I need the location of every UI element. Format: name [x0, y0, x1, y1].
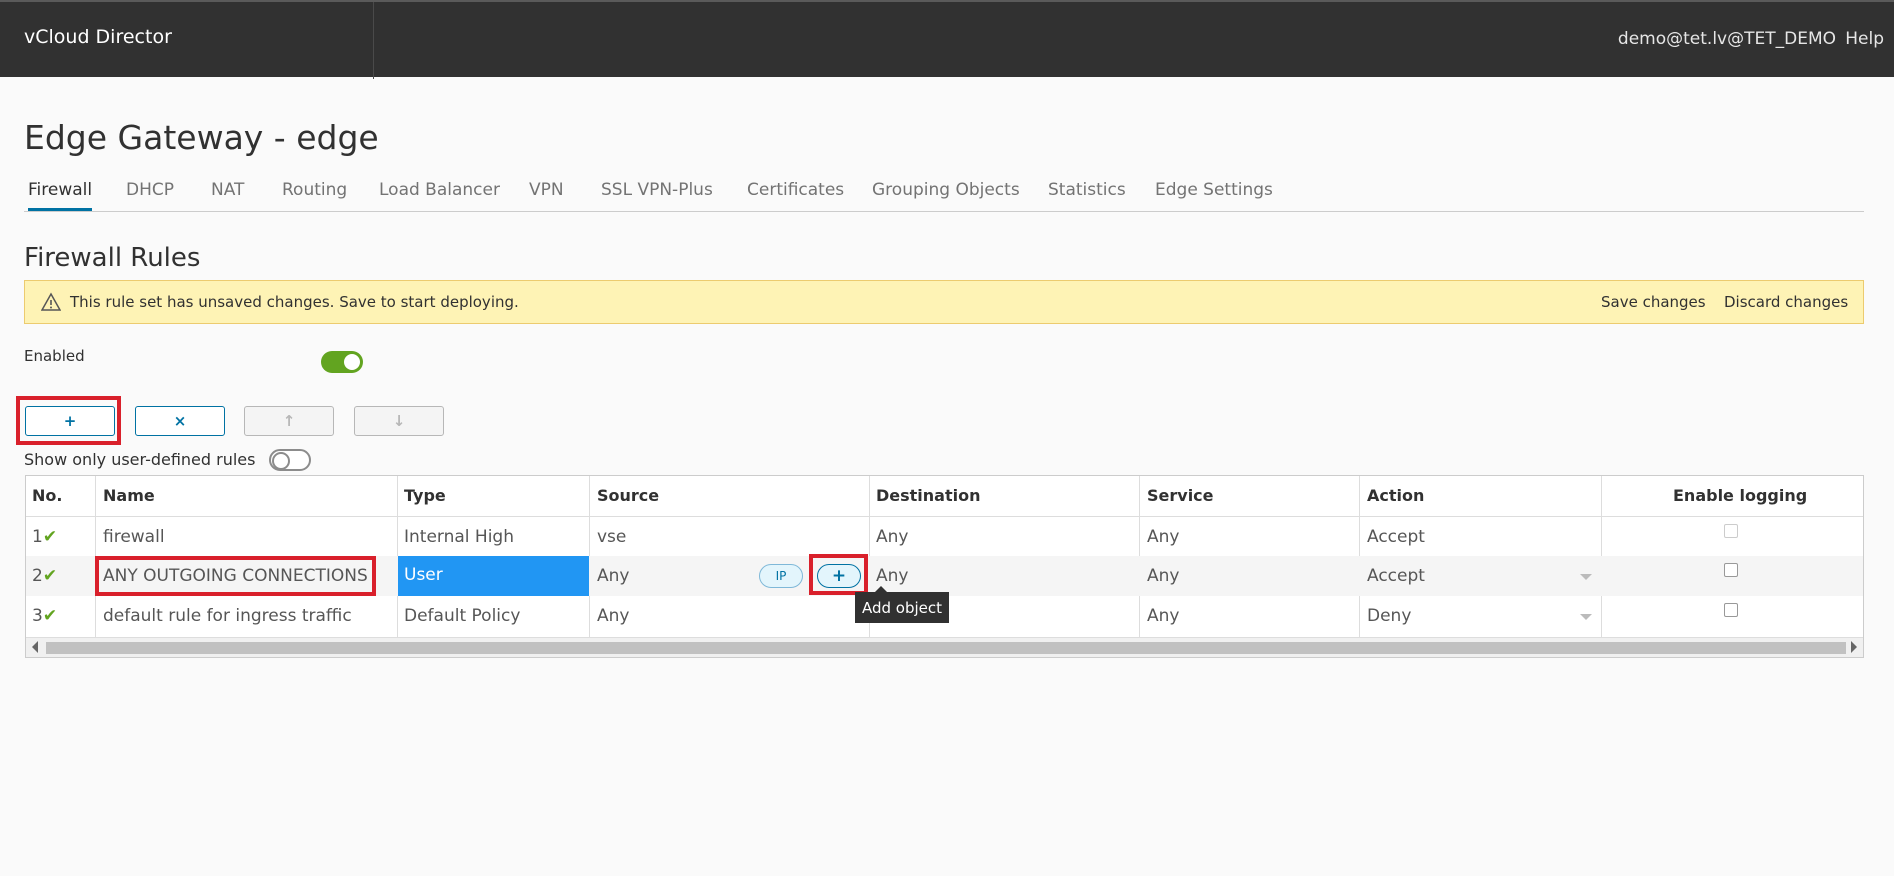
rule-source[interactable]: Any — [597, 566, 629, 586]
tab-certificates[interactable]: Certificates — [747, 180, 844, 211]
rule-action[interactable]: Accept — [1367, 566, 1425, 586]
add-rule-button[interactable]: + — [25, 406, 115, 436]
tab-bar: Firewall DHCP NAT Routing Load Balancer … — [24, 174, 1864, 212]
rule-name[interactable]: firewall — [103, 527, 165, 547]
table-row[interactable]: 1✔ firewall Internal High vse Any Any Ac… — [26, 516, 1863, 556]
app-header: vCloud Director demo@tet.lv@TET_DEMO Hel… — [0, 0, 1894, 79]
chevron-down-icon[interactable] — [1580, 614, 1592, 620]
scroll-thumb[interactable] — [46, 642, 1846, 654]
rule-destination[interactable]: Any — [876, 566, 908, 586]
enabled-check-icon: ✔ — [42, 527, 58, 547]
rule-type-selected[interactable]: User — [398, 556, 589, 596]
tab-edge-settings[interactable]: Edge Settings — [1155, 180, 1273, 211]
header-action[interactable]: Action — [1367, 476, 1424, 516]
enabled-toggle[interactable] — [321, 351, 363, 373]
section-title: Firewall Rules — [24, 243, 201, 273]
horizontal-scrollbar[interactable] — [26, 637, 1863, 657]
tab-routing[interactable]: Routing — [282, 180, 347, 211]
tab-dhcp[interactable]: DHCP — [126, 180, 174, 211]
scroll-left-icon[interactable] — [32, 641, 38, 653]
discard-changes-button[interactable]: Discard changes — [1724, 293, 1848, 311]
header-destination[interactable]: Destination — [876, 476, 981, 516]
move-up-button[interactable]: ↑ — [244, 406, 334, 436]
rule-type: Default Policy — [404, 606, 521, 626]
header-source[interactable]: Source — [597, 476, 659, 516]
logging-checkbox[interactable] — [1724, 563, 1738, 577]
move-down-button[interactable]: ↓ — [354, 406, 444, 436]
chevron-down-icon[interactable] — [1580, 574, 1592, 580]
header-type[interactable]: Type — [404, 476, 446, 516]
logging-checkbox[interactable] — [1724, 603, 1738, 617]
unsaved-changes-banner: This rule set has unsaved changes. Save … — [24, 280, 1864, 324]
user-menu[interactable]: demo@tet.lv@TET_DEMO — [1618, 29, 1836, 49]
add-object-tooltip: Add object — [855, 592, 949, 623]
help-link[interactable]: Help — [1845, 29, 1884, 49]
rule-number: 3✔ — [32, 606, 58, 626]
user-defined-toggle[interactable] — [269, 449, 311, 471]
page-title: Edge Gateway - edge — [24, 118, 379, 157]
rule-source[interactable]: Any — [597, 606, 629, 626]
rule-destination[interactable]: Any — [876, 527, 908, 547]
tab-firewall[interactable]: Firewall — [28, 180, 93, 211]
add-ip-button[interactable]: IP — [759, 564, 803, 588]
banner-message: This rule set has unsaved changes. Save … — [70, 293, 519, 311]
header-name[interactable]: Name — [103, 476, 155, 516]
enabled-label: Enabled — [24, 347, 85, 365]
enabled-check-icon: ✔ — [42, 606, 58, 626]
header-no[interactable]: No. — [32, 476, 62, 516]
rule-number: 1✔ — [32, 527, 58, 547]
rule-type: Internal High — [404, 527, 514, 547]
header-divider — [373, 2, 374, 79]
tab-ssl-vpn-plus[interactable]: SSL VPN-Plus — [601, 180, 713, 211]
logging-checkbox[interactable] — [1724, 524, 1738, 538]
user-defined-label: Show only user-defined rules — [24, 450, 256, 469]
tab-vpn[interactable]: VPN — [529, 180, 564, 211]
rule-number: 2✔ — [32, 566, 58, 586]
delete-rule-button[interactable]: × — [135, 406, 225, 436]
warning-icon — [41, 292, 61, 311]
app-brand[interactable]: vCloud Director — [24, 26, 172, 48]
rule-action[interactable]: Accept — [1367, 527, 1425, 547]
add-object-highlight — [809, 554, 868, 595]
rule-source[interactable]: vse — [597, 527, 626, 547]
name-cell-highlight — [95, 556, 376, 596]
scroll-right-icon[interactable] — [1851, 641, 1857, 653]
header-enable-logging[interactable]: Enable logging — [1673, 476, 1807, 516]
toggle-knob — [272, 452, 290, 470]
tab-load-balancer[interactable]: Load Balancer — [379, 180, 500, 211]
rule-service[interactable]: Any — [1147, 527, 1179, 547]
rule-service[interactable]: Any — [1147, 606, 1179, 626]
toggle-knob — [344, 354, 360, 370]
rule-name[interactable]: default rule for ingress traffic — [103, 606, 352, 626]
tab-statistics[interactable]: Statistics — [1048, 180, 1126, 211]
tab-grouping-objects[interactable]: Grouping Objects — [872, 180, 1020, 211]
tab-nat[interactable]: NAT — [211, 180, 244, 211]
rule-action[interactable]: Deny — [1367, 606, 1411, 626]
rule-service[interactable]: Any — [1147, 566, 1179, 586]
enabled-check-icon: ✔ — [42, 566, 58, 586]
header-service[interactable]: Service — [1147, 476, 1214, 516]
save-changes-button[interactable]: Save changes — [1601, 293, 1706, 311]
